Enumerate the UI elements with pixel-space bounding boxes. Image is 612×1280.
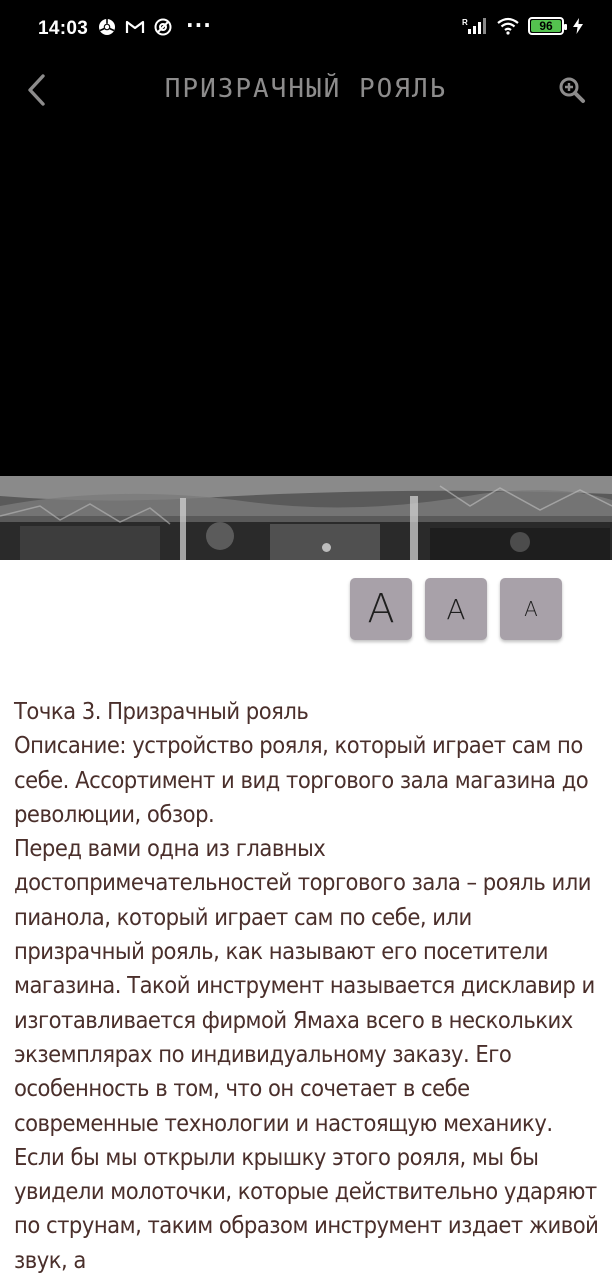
- status-bar: 14:03 ··· R 96: [0, 0, 612, 56]
- svg-text:R: R: [462, 18, 468, 27]
- gallery-image[interactable]: [0, 476, 612, 560]
- system-icons: R 96: [462, 16, 584, 36]
- more-notifications-icon: ···: [186, 13, 212, 37]
- page-title: Призрачный рояль: [164, 74, 448, 104]
- article-description: Описание: устройство рояля, который игра…: [14, 731, 589, 828]
- app-bar: Призрачный рояль: [0, 56, 612, 126]
- article-body: Перед вами одна из главных достопримечат…: [14, 834, 599, 1274]
- battery-terminal: [564, 24, 567, 30]
- wifi-icon: [496, 16, 520, 36]
- article-heading: Точка 3. Призрачный рояль: [14, 697, 309, 725]
- at-sign-icon: [153, 17, 173, 37]
- font-size-small-button[interactable]: А: [500, 578, 562, 640]
- status-time: 14:03: [38, 18, 89, 39]
- battery-percent: 96: [539, 19, 553, 33]
- chrome-icon: [97, 17, 117, 37]
- font-size-medium-button[interactable]: А: [425, 578, 487, 640]
- battery-icon: 96: [528, 17, 567, 35]
- gmail-icon: [125, 17, 145, 37]
- zoom-button[interactable]: [552, 68, 592, 112]
- font-size-large-button[interactable]: А: [350, 578, 412, 640]
- chevron-left-icon: [28, 74, 45, 106]
- font-size-controls: А А А: [350, 578, 562, 640]
- article-text: Точка 3. Призрачный рояль Описание: устр…: [14, 694, 600, 1277]
- zoom-in-icon: [559, 77, 585, 103]
- signal-icon: R: [462, 16, 488, 36]
- pager-indicator-dot: [322, 543, 331, 552]
- back-button[interactable]: [16, 68, 56, 112]
- charging-icon: [572, 16, 584, 36]
- notification-icons: [97, 17, 173, 37]
